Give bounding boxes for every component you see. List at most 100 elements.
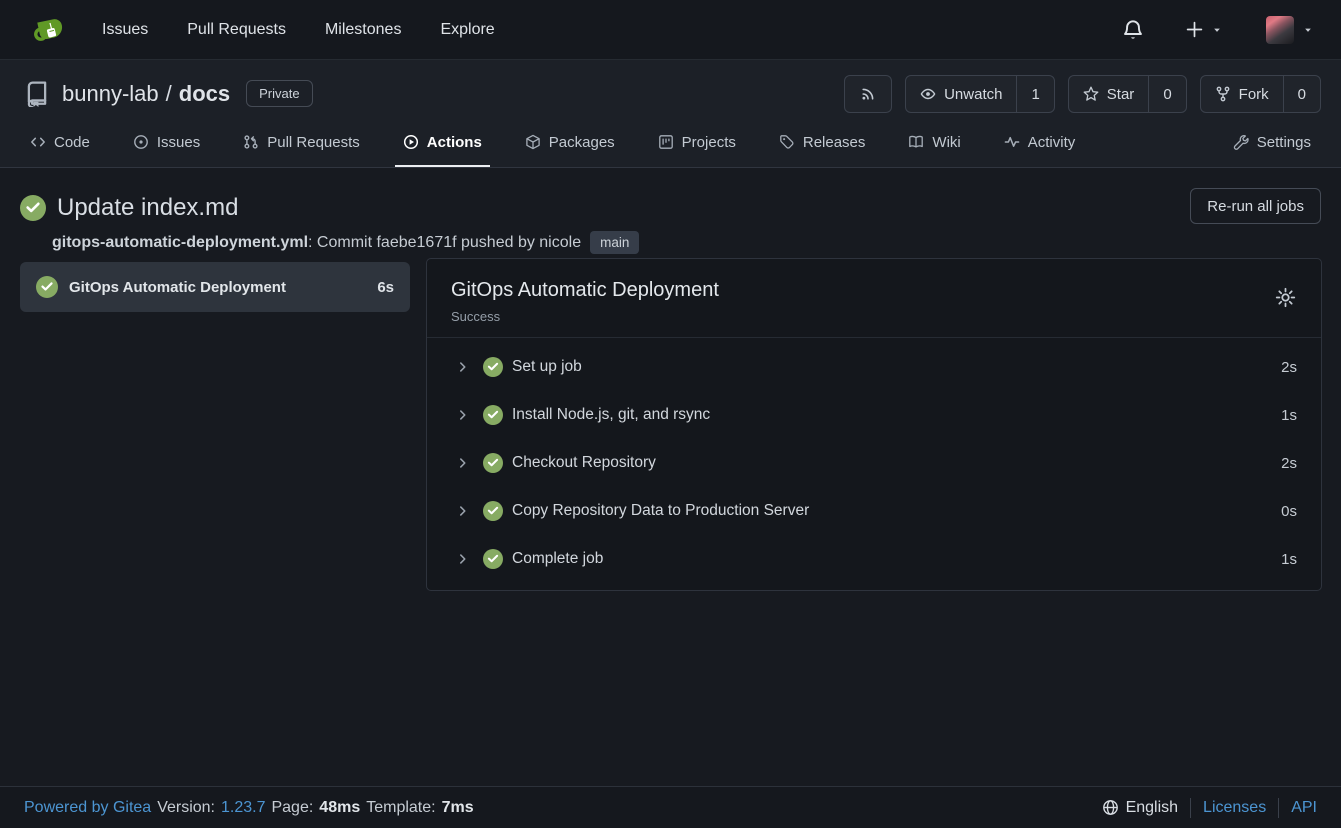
repo-action-buttons: Unwatch 1 Star 0 Fork 0 — [844, 75, 1321, 113]
tab-label: Releases — [803, 134, 866, 151]
success-check-icon — [483, 357, 503, 377]
user-menu[interactable] — [1266, 16, 1313, 44]
chevron-down-icon — [1303, 25, 1313, 35]
issue-icon — [133, 134, 149, 150]
step-row[interactable]: Copy Repository Data to Production Serve… — [427, 487, 1321, 535]
chevron-right-icon[interactable] — [456, 408, 470, 422]
star-count[interactable]: 0 — [1148, 76, 1185, 112]
tab-label: Actions — [427, 134, 482, 151]
chevron-right-icon[interactable] — [456, 456, 470, 470]
tab-label: Pull Requests — [267, 134, 360, 151]
chevron-down-icon — [1212, 25, 1222, 35]
page-time: 48ms — [319, 799, 360, 817]
language-label: English — [1126, 799, 1178, 817]
code-icon — [30, 134, 46, 150]
step-row[interactable]: Checkout Repository 2s — [427, 439, 1321, 487]
chevron-right-icon[interactable] — [456, 360, 470, 374]
nav-item-issues[interactable]: Issues — [102, 21, 148, 39]
job-item-selected[interactable]: GitOps Automatic Deployment 6s — [20, 262, 410, 312]
eye-icon — [920, 86, 936, 102]
chevron-right-icon[interactable] — [456, 504, 470, 518]
version-label: Version: — [157, 799, 215, 817]
rerun-all-jobs-button[interactable]: Re-run all jobs — [1190, 188, 1321, 224]
powered-by-gitea-link[interactable]: Powered by Gitea — [24, 799, 151, 817]
tab-releases[interactable]: Releases — [771, 119, 874, 167]
plus-icon — [1186, 21, 1203, 38]
commit-text: : Commit faebe1671f pushed by nicole — [308, 234, 581, 252]
nav-item-milestones[interactable]: Milestones — [325, 21, 401, 39]
star-icon — [1083, 86, 1099, 102]
language-selector[interactable]: English — [1102, 799, 1178, 817]
tab-activity[interactable]: Activity — [996, 119, 1084, 167]
workflow-file-link[interactable]: gitops-automatic-deployment.yml — [52, 234, 308, 252]
fork-count[interactable]: 0 — [1283, 76, 1320, 112]
tab-pull-requests[interactable]: Pull Requests — [235, 119, 368, 167]
step-name: Copy Repository Data to Production Serve… — [512, 502, 809, 520]
wrench-icon — [1233, 134, 1249, 150]
gitea-logo-icon[interactable] — [28, 12, 64, 48]
tab-label: Settings — [1257, 134, 1311, 151]
repo-separator: / — [166, 81, 172, 106]
tab-code[interactable]: Code — [22, 119, 98, 167]
tab-settings[interactable]: Settings — [1225, 119, 1319, 167]
repo-owner-link[interactable]: bunny-lab — [62, 81, 159, 106]
template-label: Template: — [366, 799, 435, 817]
tab-wiki[interactable]: Wiki — [900, 119, 968, 167]
tab-issues[interactable]: Issues — [125, 119, 208, 167]
licenses-link[interactable]: Licenses — [1203, 799, 1266, 817]
notifications-bell-icon[interactable] — [1122, 19, 1144, 41]
create-new-menu[interactable] — [1186, 21, 1222, 38]
unwatch-button[interactable]: Unwatch 1 — [905, 75, 1055, 113]
success-check-icon — [20, 195, 46, 221]
step-name: Install Node.js, git, and rsync — [512, 406, 710, 424]
branch-badge[interactable]: main — [590, 231, 639, 254]
play-circle-icon — [403, 134, 419, 150]
tab-label: Code — [54, 134, 90, 151]
success-check-icon — [483, 501, 503, 521]
rss-button[interactable] — [844, 75, 892, 113]
repo-name-link[interactable]: docs — [179, 81, 230, 106]
job-duration: 6s — [377, 279, 394, 296]
run-title: Update index.md — [57, 194, 238, 222]
footer-divider — [1190, 798, 1191, 818]
step-row[interactable]: Install Node.js, git, and rsync 1s — [427, 391, 1321, 439]
page-label: Page: — [271, 799, 313, 817]
success-check-icon — [483, 549, 503, 569]
repo-icon — [24, 81, 50, 107]
rss-icon — [860, 86, 876, 102]
chevron-right-icon[interactable] — [456, 552, 470, 566]
step-row[interactable]: Complete job 1s — [427, 535, 1321, 583]
gear-icon[interactable] — [1274, 286, 1297, 309]
step-duration: 2s — [1281, 455, 1297, 472]
step-name: Checkout Repository — [512, 454, 656, 472]
job-name: GitOps Automatic Deployment — [69, 279, 366, 296]
nav-item-pull-requests[interactable]: Pull Requests — [187, 21, 286, 39]
tab-actions[interactable]: Actions — [395, 119, 490, 167]
star-button[interactable]: Star 0 — [1068, 75, 1187, 113]
run-header: Update index.md — [20, 194, 238, 222]
step-duration: 2s — [1281, 359, 1297, 376]
gitea-actions-page: Issues Pull Requests Milestones Explore … — [0, 0, 1341, 828]
panel-status: Success — [451, 309, 1297, 324]
job-detail-panel: GitOps Automatic Deployment Success Set … — [426, 258, 1322, 591]
main-content: Update index.md gitops-automatic-deploym… — [0, 168, 1341, 786]
unwatch-label: Unwatch — [944, 86, 1002, 103]
repo-title-row: bunny-lab/docs Private — [24, 80, 313, 107]
version-link[interactable]: 1.23.7 — [221, 799, 265, 817]
run-subtitle: gitops-automatic-deployment.yml: Commit … — [52, 231, 639, 254]
globe-icon — [1102, 799, 1119, 816]
watch-count[interactable]: 1 — [1016, 76, 1053, 112]
navbar-right — [1122, 16, 1313, 44]
nav-links: Issues Pull Requests Milestones Explore — [102, 21, 495, 39]
nav-item-explore[interactable]: Explore — [440, 21, 494, 39]
step-duration: 0s — [1281, 503, 1297, 520]
tab-label: Projects — [682, 134, 736, 151]
api-link[interactable]: API — [1291, 799, 1317, 817]
fork-button[interactable]: Fork 0 — [1200, 75, 1321, 113]
panel-header: GitOps Automatic Deployment Success — [427, 259, 1321, 338]
step-row[interactable]: Set up job 2s — [427, 343, 1321, 391]
footer-divider — [1278, 798, 1279, 818]
tab-projects[interactable]: Projects — [650, 119, 744, 167]
tab-packages[interactable]: Packages — [517, 119, 623, 167]
book-icon — [908, 134, 924, 150]
